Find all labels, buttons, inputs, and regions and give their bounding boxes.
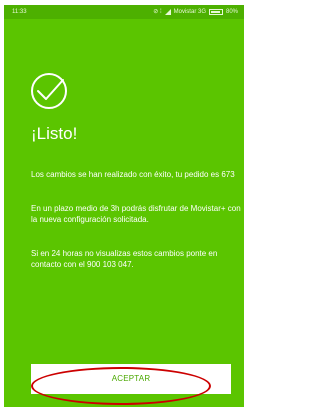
accept-button[interactable]: ACEPTAR [31, 364, 231, 394]
contact-message: Si en 24 horas no visualizas estos cambi… [31, 249, 218, 269]
app-screen: 11:33 ⊘ ⁞ Movistar 3G 80% ¡Listo! Los ca… [4, 5, 244, 407]
phone-frame: 11:33 ⊘ ⁞ Movistar 3G 80% ¡Listo! Los ca… [0, 0, 249, 417]
status-bar: 11:33 ⊘ ⁞ Movistar 3G 80% [4, 5, 244, 19]
page-title: ¡Listo! [31, 124, 78, 143]
status-time: 11:33 [12, 9, 27, 15]
carrier-label: Movistar 3G [173, 9, 206, 15]
check-icon [31, 73, 67, 109]
battery-icon [208, 9, 223, 15]
status-icons: ⊘ ⁞ [153, 9, 162, 15]
signal-icon [164, 9, 171, 15]
status-right-group: ⊘ ⁞ Movistar 3G 80% [153, 5, 238, 19]
activation-message: En un plazo medio de 3h podrás disfrutar… [31, 204, 241, 224]
success-message: Los cambios se han realizado con éxito, … [31, 170, 235, 179]
battery-percent: 80% [225, 9, 238, 15]
